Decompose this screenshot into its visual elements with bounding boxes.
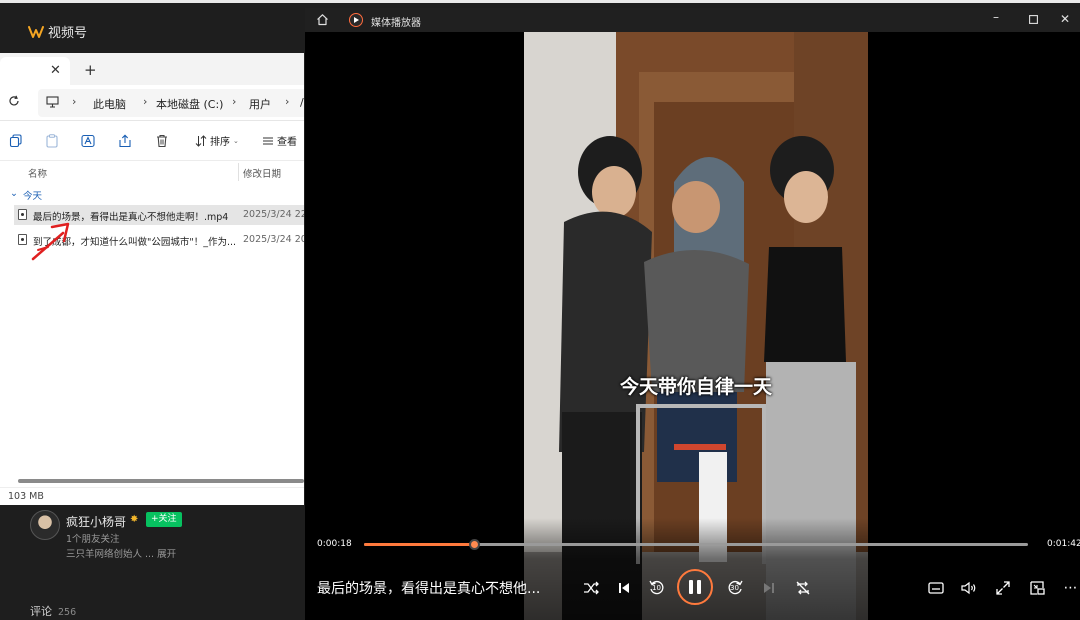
chevron-right-icon: › — [72, 95, 77, 108]
column-header-row: 名称 修改日期 — [0, 163, 304, 181]
seek-progress — [364, 543, 475, 546]
view-button[interactable]: 查看 — [262, 133, 297, 148]
chevron-right-icon: › — [143, 95, 148, 108]
chevron-down-icon: ⌄ — [10, 188, 18, 199]
tab-bar: ✕ + — [0, 53, 304, 85]
sort-label: 排序 — [210, 137, 230, 148]
verified-badge-icon: ✸ — [130, 514, 139, 525]
selection-size: 103 MB — [8, 491, 44, 502]
command-bar: 排序 ⌄ 查看 — [0, 121, 304, 161]
player-titlebar: 媒体播放器 – ✕ — [305, 8, 1080, 32]
breadcrumb-local-disk[interactable]: 本地磁盘 (C:) — [156, 96, 223, 112]
group-header-today[interactable]: ⌄ 今天 — [10, 188, 42, 202]
status-bar: 103 MB — [0, 487, 304, 505]
file-explorer-window: ✕ + › 此电脑 › 本地磁盘 (C:) › 用户 › / 排序 ⌄ 查看 名… — [0, 53, 304, 505]
file-date: 2025/3/24 22 — [243, 209, 304, 220]
share-icon[interactable] — [118, 134, 132, 148]
skip-back-10-icon[interactable]: 10 — [647, 578, 667, 598]
chevron-right-icon: › — [285, 95, 290, 108]
view-list-icon — [263, 137, 273, 144]
view-label: 查看 — [277, 137, 297, 148]
minimize-icon[interactable]: – — [993, 10, 999, 24]
tab-close-icon[interactable]: ✕ — [50, 63, 61, 78]
app-name: 视频号 — [48, 26, 88, 41]
comments-tab[interactable]: 评论 256 — [30, 603, 76, 619]
breadcrumb-overflow[interactable]: / — [300, 96, 304, 109]
pause-icon — [697, 580, 701, 594]
channels-logo-icon — [28, 25, 44, 38]
breadcrumb-this-pc[interactable]: 此电脑 — [93, 96, 126, 112]
comments-label: 评论 — [30, 605, 52, 618]
delete-icon[interactable] — [155, 134, 169, 148]
seek-bar[interactable] — [364, 539, 1028, 550]
file-date: 2025/3/24 20 — [243, 234, 304, 245]
app-logo[interactable]: 视频号 — [28, 22, 87, 41]
avatar[interactable] — [30, 510, 60, 540]
chevron-right-icon: › — [232, 95, 237, 108]
sort-button[interactable]: 排序 ⌄ — [195, 133, 239, 148]
captions-icon[interactable] — [926, 578, 946, 598]
column-header-name[interactable]: 名称 — [28, 166, 47, 180]
friends-follow-text: 1个朋友关注 — [66, 534, 120, 545]
creator-description[interactable]: 三只羊网络创始人 ... 展开 — [66, 546, 176, 560]
pause-button[interactable] — [677, 569, 713, 605]
repeat-off-icon[interactable] — [793, 578, 813, 598]
skip-back-label: 10 — [652, 584, 661, 592]
creator-panel: 疯狂小杨哥 ✸ +关注 1个朋友关注 三只羊网络创始人 ... 展开 评论 25… — [30, 510, 300, 620]
copy-icon[interactable] — [9, 134, 23, 148]
maximize-icon[interactable] — [1029, 15, 1038, 24]
red-arrow-annotation — [31, 222, 70, 261]
fullscreen-icon[interactable] — [993, 578, 1013, 598]
volume-icon[interactable] — [959, 578, 979, 598]
address-bar: › 此电脑 › 本地磁盘 (C:) › 用户 › / — [0, 85, 304, 121]
player-app-title: 媒体播放器 — [371, 18, 421, 29]
next-icon[interactable] — [759, 578, 779, 598]
home-icon[interactable] — [316, 13, 329, 26]
pause-icon — [689, 580, 693, 594]
skip-forward-label: 30 — [730, 584, 739, 592]
breadcrumb[interactable]: › 此电脑 › 本地磁盘 (C:) › 用户 › / — [38, 89, 304, 117]
shuffle-icon[interactable] — [581, 578, 601, 598]
current-time: 0:00:18 — [317, 539, 352, 549]
group-label: 今天 — [22, 191, 42, 202]
rename-icon[interactable] — [81, 134, 95, 148]
chevron-down-icon: ⌄ — [233, 136, 239, 145]
mini-player-icon[interactable] — [1027, 578, 1047, 598]
computer-icon — [46, 96, 59, 108]
more-options-icon[interactable]: ⋯ — [1061, 578, 1080, 598]
new-tab-icon[interactable]: + — [84, 61, 97, 79]
media-player-app-icon — [349, 13, 363, 27]
video-file-icon — [18, 209, 27, 220]
close-icon[interactable]: ✕ — [1060, 12, 1070, 26]
horizontal-scrollbar[interactable] — [18, 479, 304, 483]
breadcrumb-users[interactable]: 用户 — [249, 96, 271, 112]
skip-forward-30-icon[interactable]: 30 — [725, 578, 745, 598]
comments-count: 256 — [58, 607, 77, 618]
now-playing-title: 最后的场景，看得出是真心不想他... — [317, 581, 541, 597]
refresh-icon[interactable] — [8, 95, 20, 107]
paste-icon[interactable] — [45, 134, 59, 148]
column-divider[interactable] — [238, 163, 239, 181]
previous-icon[interactable] — [614, 578, 634, 598]
total-time: 0:01:42 — [1047, 539, 1080, 549]
video-subtitle: 今天带你自律一天 — [619, 376, 772, 398]
media-player-window: 媒体播放器 – ✕ 今天带你自律一天 0:00:18 0:01:42 最后的场景… — [305, 8, 1080, 620]
video-file-icon — [18, 234, 27, 245]
sort-icon — [195, 134, 207, 147]
column-header-modified[interactable]: 修改日期 — [243, 166, 281, 180]
follow-button[interactable]: +关注 — [146, 512, 182, 527]
creator-name[interactable]: 疯狂小杨哥 — [66, 513, 126, 530]
top-edge — [0, 0, 1080, 3]
